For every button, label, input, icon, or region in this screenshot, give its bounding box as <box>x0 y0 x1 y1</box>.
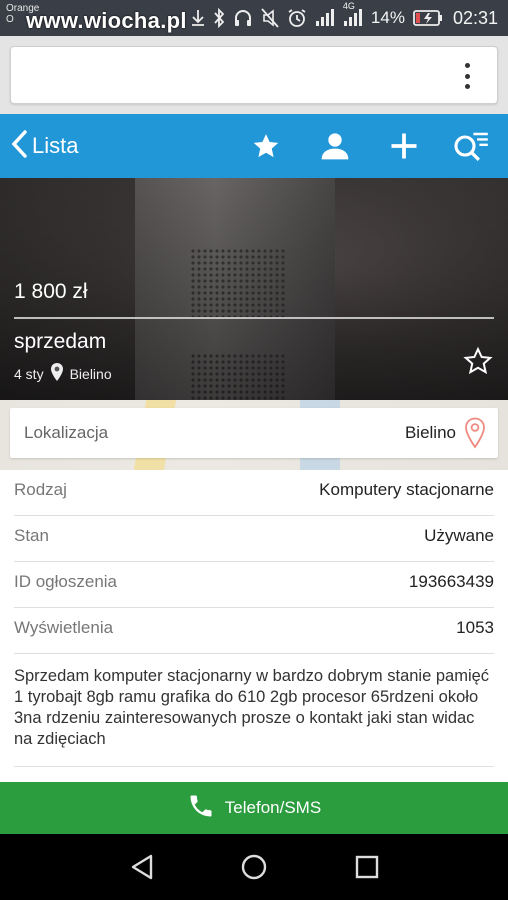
detail-row: Stan Używane <box>14 516 494 562</box>
plus-icon[interactable] <box>385 128 423 164</box>
call-button[interactable]: Telefon/SMS <box>0 782 508 834</box>
listing-meta: 4 sty Bielino <box>14 362 112 385</box>
location-label: Lokalizacja <box>24 423 109 442</box>
alarm-icon <box>287 8 307 28</box>
location-value: Bielino <box>404 423 456 442</box>
status-icons: 4G 14% 02:31 <box>191 1 498 29</box>
listing-photo[interactable]: 1 800 zł sprzedam 4 sty Bielino <box>0 178 508 400</box>
signal-icon <box>315 9 335 27</box>
back-label: Lista <box>32 133 79 158</box>
detail-row: Wyświetlenia 1053 <box>14 608 494 654</box>
battery-percent: 14% <box>370 8 405 27</box>
url-field[interactable] <box>10 46 498 104</box>
network-type: 4G <box>343 1 363 27</box>
search-list-icon[interactable] <box>452 128 490 164</box>
chevron-left-icon <box>10 129 28 164</box>
location-pin-icon <box>50 362 64 385</box>
listing-title: sprzedam <box>14 330 107 353</box>
app-header: Lista <box>0 114 508 178</box>
price-divider <box>14 317 494 319</box>
clock: 02:31 <box>452 7 498 28</box>
headphones-icon <box>233 8 253 28</box>
back-triangle-icon[interactable] <box>125 852 159 882</box>
user-icon[interactable] <box>316 128 354 164</box>
favorite-star-icon[interactable] <box>462 346 494 381</box>
divider <box>14 766 494 767</box>
star-icon[interactable] <box>247 128 285 164</box>
recents-square-icon[interactable] <box>350 852 384 882</box>
detail-row: ID ogłoszenia 193663439 <box>14 562 494 608</box>
phone-icon <box>187 792 215 825</box>
home-circle-icon[interactable] <box>237 852 271 882</box>
details-section: Rodzaj Komputery stacjonarne Stan Używan… <box>0 470 508 782</box>
call-label: Telefon/SMS <box>224 798 322 817</box>
listing-location: Bielino <box>69 365 112 382</box>
system-nav-bar <box>0 834 508 900</box>
listing-price: 1 800 zł <box>14 280 88 303</box>
battery-charging-icon <box>413 10 443 26</box>
kebab-menu-icon[interactable] <box>455 63 479 89</box>
browser-toolbar <box>0 36 508 114</box>
listing-date: 4 sty <box>14 365 44 382</box>
listing-description: Sprzedam komputer stacjonarny w bardzo d… <box>14 667 490 748</box>
download-icon <box>191 9 205 27</box>
location-card[interactable]: Lokalizacja Bielino <box>10 408 498 458</box>
mute-icon <box>261 8 279 28</box>
detail-row: Rodzaj Komputery stacjonarne <box>14 470 494 516</box>
back-button[interactable]: Lista <box>10 128 78 164</box>
map-pin-icon <box>464 417 486 454</box>
bluetooth-icon <box>213 8 225 28</box>
watermark: www.wiocha.pl <box>26 8 187 33</box>
status-bar: Orange O www.wiocha.pl 4G 14% 02:31 <box>0 0 508 36</box>
